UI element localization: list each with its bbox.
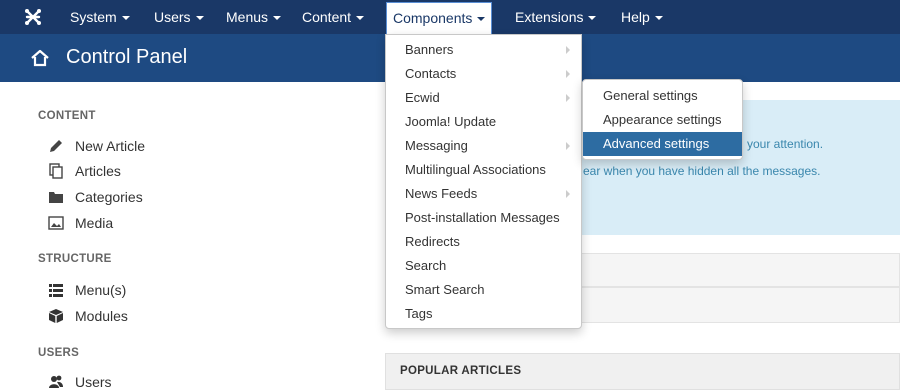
home-icon — [31, 49, 49, 67]
nav-components[interactable]: Components — [386, 2, 493, 34]
menu-item-tags[interactable]: Tags — [386, 302, 581, 326]
menu-item-label: Banners — [405, 42, 454, 57]
caret-down-icon — [477, 17, 486, 22]
menu-item-ecwid[interactable]: Ecwid — [386, 86, 581, 110]
menu-item-label: Redirects — [405, 234, 460, 249]
submenu-item-general-settings[interactable]: General settings — [583, 84, 742, 108]
submenu-item-advanced-settings[interactable]: Advanced settings — [583, 132, 742, 156]
menu-item-label: Post-installation Messages — [405, 210, 560, 225]
sidebar-item-new-article[interactable]: New Article — [48, 138, 145, 154]
joomla-logo-icon[interactable] — [24, 8, 42, 26]
top-navbar: System Users Menus Content Components Ex… — [0, 0, 900, 34]
sidebar-item-modules[interactable]: Modules — [48, 308, 128, 324]
menu-item-joomla-update[interactable]: Joomla! Update — [386, 110, 581, 134]
menu-item-label: Messaging — [405, 138, 468, 153]
section-title-users: USERS — [38, 347, 80, 359]
chevron-right-icon — [566, 94, 570, 102]
nav-system[interactable]: System — [70, 0, 130, 34]
caret-down-icon — [356, 16, 365, 21]
caret-down-icon — [273, 16, 282, 21]
ecwid-submenu: General settings Appearance settings Adv… — [582, 79, 743, 160]
sidebar-item-label: Articles — [75, 163, 121, 179]
nav-content[interactable]: Content — [302, 0, 365, 34]
sidebar-item-label: Modules — [75, 308, 128, 324]
menu-item-messaging[interactable]: Messaging — [386, 134, 581, 158]
messages-line-2: ear when you have hidden all the message… — [583, 164, 821, 178]
nav-users-label: Users — [154, 9, 191, 25]
sidebar-item-label: Media — [75, 215, 114, 231]
menu-item-smart-search[interactable]: Smart Search — [386, 278, 581, 302]
nav-content-label: Content — [302, 9, 352, 25]
submenu-item-label: Advanced settings — [603, 136, 710, 151]
sidebar-item-categories[interactable]: Categories — [48, 189, 143, 205]
sidebar-item-users[interactable]: Users — [48, 374, 112, 390]
nav-menus[interactable]: Menus — [226, 0, 282, 34]
components-dropdown: Banners Contacts Ecwid Joomla! Update Me… — [385, 34, 582, 329]
chevron-right-icon — [566, 190, 570, 198]
nav-extensions-label: Extensions — [515, 9, 584, 25]
submenu-item-label: General settings — [603, 88, 698, 103]
sidebar-item-label: Menu(s) — [75, 282, 127, 298]
nav-extensions[interactable]: Extensions — [515, 0, 597, 34]
nav-users[interactable]: Users — [154, 0, 204, 34]
menu-item-label: Joomla! Update — [405, 114, 497, 129]
chevron-right-icon — [566, 70, 570, 78]
menu-item-contacts[interactable]: Contacts — [386, 62, 581, 86]
sidebar-item-menus[interactable]: Menu(s) — [48, 282, 126, 298]
sidebar-item-label: New Article — [75, 138, 146, 154]
menu-item-banners[interactable]: Banners — [386, 38, 581, 62]
sidebar-item-articles[interactable]: Articles — [48, 163, 121, 179]
menu-item-label: Ecwid — [405, 90, 440, 105]
menu-item-label: Smart Search — [405, 282, 485, 297]
menu-item-label: Search — [405, 258, 447, 273]
menu-item-news-feeds[interactable]: News Feeds — [386, 182, 581, 206]
menu-item-label: Contacts — [405, 66, 457, 81]
cube-icon — [49, 309, 63, 323]
nav-menus-label: Menus — [226, 9, 269, 25]
messages-line-1: your attention. — [747, 137, 824, 151]
copy-icon — [49, 163, 63, 179]
menu-item-label: News Feeds — [405, 186, 478, 201]
menu-item-search[interactable]: Search — [386, 254, 581, 278]
section-title-structure: STRUCTURE — [38, 253, 112, 265]
nav-help-label: Help — [621, 9, 650, 25]
popular-articles-title: POPULAR ARTICLES — [400, 365, 522, 377]
caret-down-icon — [654, 16, 663, 21]
section-title-content: CONTENT — [38, 110, 96, 122]
caret-down-icon — [588, 16, 597, 21]
menu-item-label: Tags — [405, 306, 433, 321]
sidebar-item-media[interactable]: Media — [48, 215, 113, 231]
nav-help[interactable]: Help — [621, 0, 663, 34]
nav-components-label: Components — [393, 10, 473, 26]
submenu-item-label: Appearance settings — [603, 112, 722, 127]
sidebar-item-label: Categories — [75, 189, 143, 205]
users-icon — [49, 375, 63, 388]
pencil-icon — [50, 140, 62, 152]
sidebar-item-label: Users — [75, 374, 112, 390]
chevron-right-icon — [566, 142, 570, 150]
list-icon — [49, 284, 63, 297]
menu-item-post-installation-messages[interactable]: Post-installation Messages — [386, 206, 581, 230]
caret-down-icon — [121, 16, 130, 21]
page-title: Control Panel — [66, 46, 188, 68]
caret-down-icon — [195, 16, 204, 21]
menu-item-multilingual-associations[interactable]: Multilingual Associations — [386, 158, 581, 182]
popular-articles-panel: POPULAR ARTICLES — [385, 353, 900, 390]
chevron-right-icon — [566, 46, 570, 54]
image-icon — [48, 216, 64, 230]
folder-icon — [49, 192, 63, 203]
menu-item-label: Multilingual Associations — [405, 162, 546, 177]
submenu-item-appearance-settings[interactable]: Appearance settings — [583, 108, 742, 132]
nav-system-label: System — [70, 9, 117, 25]
menu-item-redirects[interactable]: Redirects — [386, 230, 581, 254]
